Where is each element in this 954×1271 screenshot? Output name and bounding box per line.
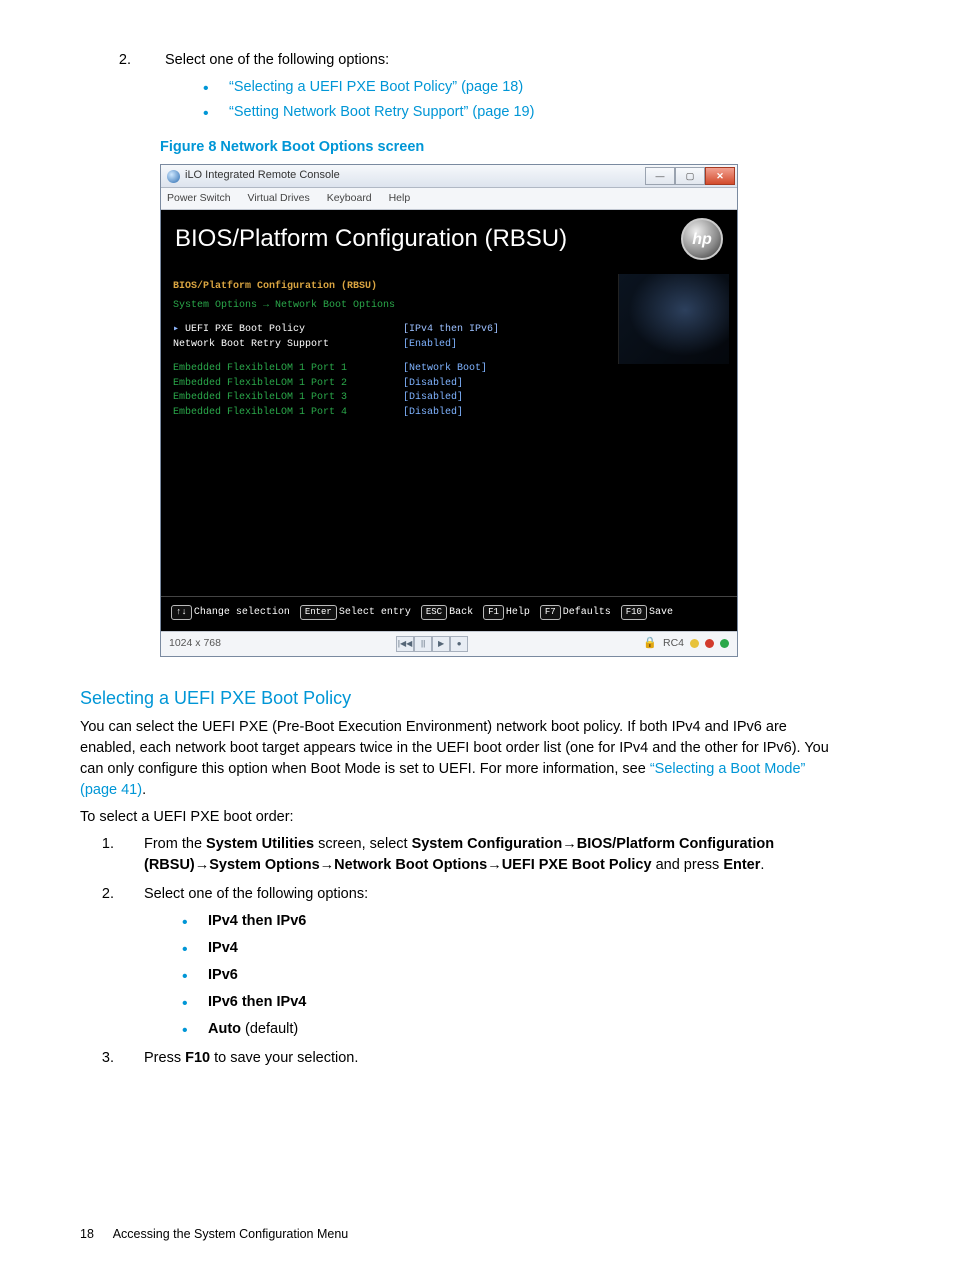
app-icon xyxy=(167,170,180,183)
media-button[interactable]: || xyxy=(414,636,432,652)
hp-logo-icon: hp xyxy=(681,218,723,260)
status-dot-icon xyxy=(690,639,699,648)
close-button[interactable]: ✕ xyxy=(705,167,735,185)
bios-row-label: Embedded FlexibleLOM 1 Port 1 xyxy=(173,362,403,377)
key-hint: F10Save xyxy=(621,605,673,621)
list-item: “Selecting a UEFI PXE Boot Policy” (page… xyxy=(195,77,844,98)
keycap-icon: ESC xyxy=(421,605,447,620)
status-dot-icon xyxy=(705,639,714,648)
bios-header: BIOS/Platform Configuration (RBSU) hp xyxy=(161,210,737,274)
list-item: IPv4 then IPv6 xyxy=(174,911,844,932)
top-ordered-list: Select one of the following options: “Se… xyxy=(80,50,844,123)
media-button[interactable]: ● xyxy=(450,636,468,652)
list-item: IPv6 xyxy=(174,965,844,986)
list-item: Press F10 to save your selection. xyxy=(118,1048,844,1069)
step2-link-bullets: “Selecting a UEFI PXE Boot Policy” (page… xyxy=(165,77,844,123)
bios-row-label: Embedded FlexibleLOM 1 Port 2 xyxy=(173,377,403,392)
key-hint: ESCBack xyxy=(421,605,473,621)
bios-title: BIOS/Platform Configuration (RBSU) xyxy=(175,222,567,257)
keycap-icon: F1 xyxy=(483,605,504,620)
window-menubar: Power Switch Virtual Drives Keyboard Hel… xyxy=(161,188,737,210)
key-hint: EnterSelect entry xyxy=(300,605,411,621)
maximize-button[interactable]: ▢ xyxy=(675,167,705,185)
status-resolution: 1024 x 768 xyxy=(169,636,221,651)
bios-row[interactable]: Embedded FlexibleLOM 1 Port 1 [Network B… xyxy=(173,362,725,377)
option-bullets: IPv4 then IPv6 IPv4 IPv6 IPv6 then IPv4 … xyxy=(144,911,844,1040)
bios-row-value: [IPv4 then IPv6] xyxy=(403,323,499,338)
menu-item[interactable]: Power Switch xyxy=(167,192,231,204)
list-item: From the System Utilities screen, select… xyxy=(118,834,844,876)
key-hint: F1Help xyxy=(483,605,530,621)
page-footer: 18 Accessing the System Configuration Me… xyxy=(80,1225,348,1243)
bios-row-label: UEFI PXE Boot Policy xyxy=(173,323,403,338)
step2-intro: Select one of the following options: xyxy=(165,52,389,68)
window-title-left: iLO Integrated Remote Console xyxy=(167,168,340,184)
list-item: IPv6 then IPv4 xyxy=(174,992,844,1013)
key-hint: F7Defaults xyxy=(540,605,611,621)
status-bar: 1024 x 768 |◀◀ || ▶ ● 🔒 RC4 xyxy=(161,631,737,656)
bios-row[interactable]: Embedded FlexibleLOM 1 Port 4 [Disabled] xyxy=(173,406,725,421)
paragraph: To select a UEFI PXE boot order: xyxy=(80,807,844,828)
steps-list: From the System Utilities screen, select… xyxy=(80,834,844,1069)
list-item: IPv4 xyxy=(174,938,844,959)
bios-body: BIOS/Platform Configuration (RBSU) Syste… xyxy=(161,274,737,596)
menu-item[interactable]: Help xyxy=(389,192,411,204)
paragraph: You can select the UEFI PXE (Pre-Boot Ex… xyxy=(80,717,844,801)
keycap-icon: ↑↓ xyxy=(171,605,192,620)
menu-item[interactable]: Virtual Drives xyxy=(248,192,310,204)
media-button[interactable]: ▶ xyxy=(432,636,450,652)
bios-row-label: Network Boot Retry Support xyxy=(173,338,403,353)
media-button[interactable]: |◀◀ xyxy=(396,636,414,652)
window-title: iLO Integrated Remote Console xyxy=(185,168,340,184)
bios-row-value: [Disabled] xyxy=(403,391,463,406)
footer-title: Accessing the System Configuration Menu xyxy=(113,1227,349,1241)
screenshot-window: iLO Integrated Remote Console — ▢ ✕ Powe… xyxy=(160,164,738,657)
bios-row[interactable]: Embedded FlexibleLOM 1 Port 2 [Disabled] xyxy=(173,377,725,392)
keycap-icon: F7 xyxy=(540,605,561,620)
bios-row-value: [Disabled] xyxy=(403,377,463,392)
minimize-button[interactable]: — xyxy=(645,167,675,185)
status-right: 🔒 RC4 xyxy=(643,636,729,652)
menu-item[interactable]: Keyboard xyxy=(327,192,372,204)
keycap-icon: Enter xyxy=(300,605,337,620)
link-pxe-policy[interactable]: “Selecting a UEFI PXE Boot Policy” (page… xyxy=(229,79,523,95)
page-number: 18 xyxy=(80,1227,94,1241)
bios-row[interactable]: Embedded FlexibleLOM 1 Port 3 [Disabled] xyxy=(173,391,725,406)
lock-icon: 🔒 xyxy=(643,636,657,652)
bios-row-value: [Network Boot] xyxy=(403,362,487,377)
keycap-icon: F10 xyxy=(621,605,647,620)
list-item: Select one of the following options: “Se… xyxy=(135,50,844,123)
link-retry-support[interactable]: “Setting Network Boot Retry Support” (pa… xyxy=(229,104,534,120)
status-media-controls: |◀◀ || ▶ ● xyxy=(396,636,468,652)
list-item: Auto (default) xyxy=(174,1019,844,1040)
bios-area: BIOS/Platform Configuration (RBSU) hp BI… xyxy=(161,210,737,631)
window-titlebar: iLO Integrated Remote Console — ▢ ✕ xyxy=(161,165,737,188)
figure-caption: Figure 8 Network Boot Options screen xyxy=(160,137,844,158)
bios-ports-section: Embedded FlexibleLOM 1 Port 1 [Network B… xyxy=(173,362,725,420)
bios-key-footer: ↑↓Change selection EnterSelect entry ESC… xyxy=(161,596,737,631)
list-item: “Setting Network Boot Retry Support” (pa… xyxy=(195,102,844,123)
key-hint: ↑↓Change selection xyxy=(171,605,290,621)
bios-side-image xyxy=(618,274,729,364)
bios-row-value: [Disabled] xyxy=(403,406,463,421)
bios-row-value: [Enabled] xyxy=(403,338,457,353)
status-label: RC4 xyxy=(663,636,684,651)
bios-row-label: Embedded FlexibleLOM 1 Port 4 xyxy=(173,406,403,421)
bios-row-label: Embedded FlexibleLOM 1 Port 3 xyxy=(173,391,403,406)
section-heading: Selecting a UEFI PXE Boot Policy xyxy=(80,685,844,711)
status-dot-icon xyxy=(720,639,729,648)
list-item: Select one of the following options: IPv… xyxy=(118,884,844,1040)
window-buttons: — ▢ ✕ xyxy=(645,167,735,185)
